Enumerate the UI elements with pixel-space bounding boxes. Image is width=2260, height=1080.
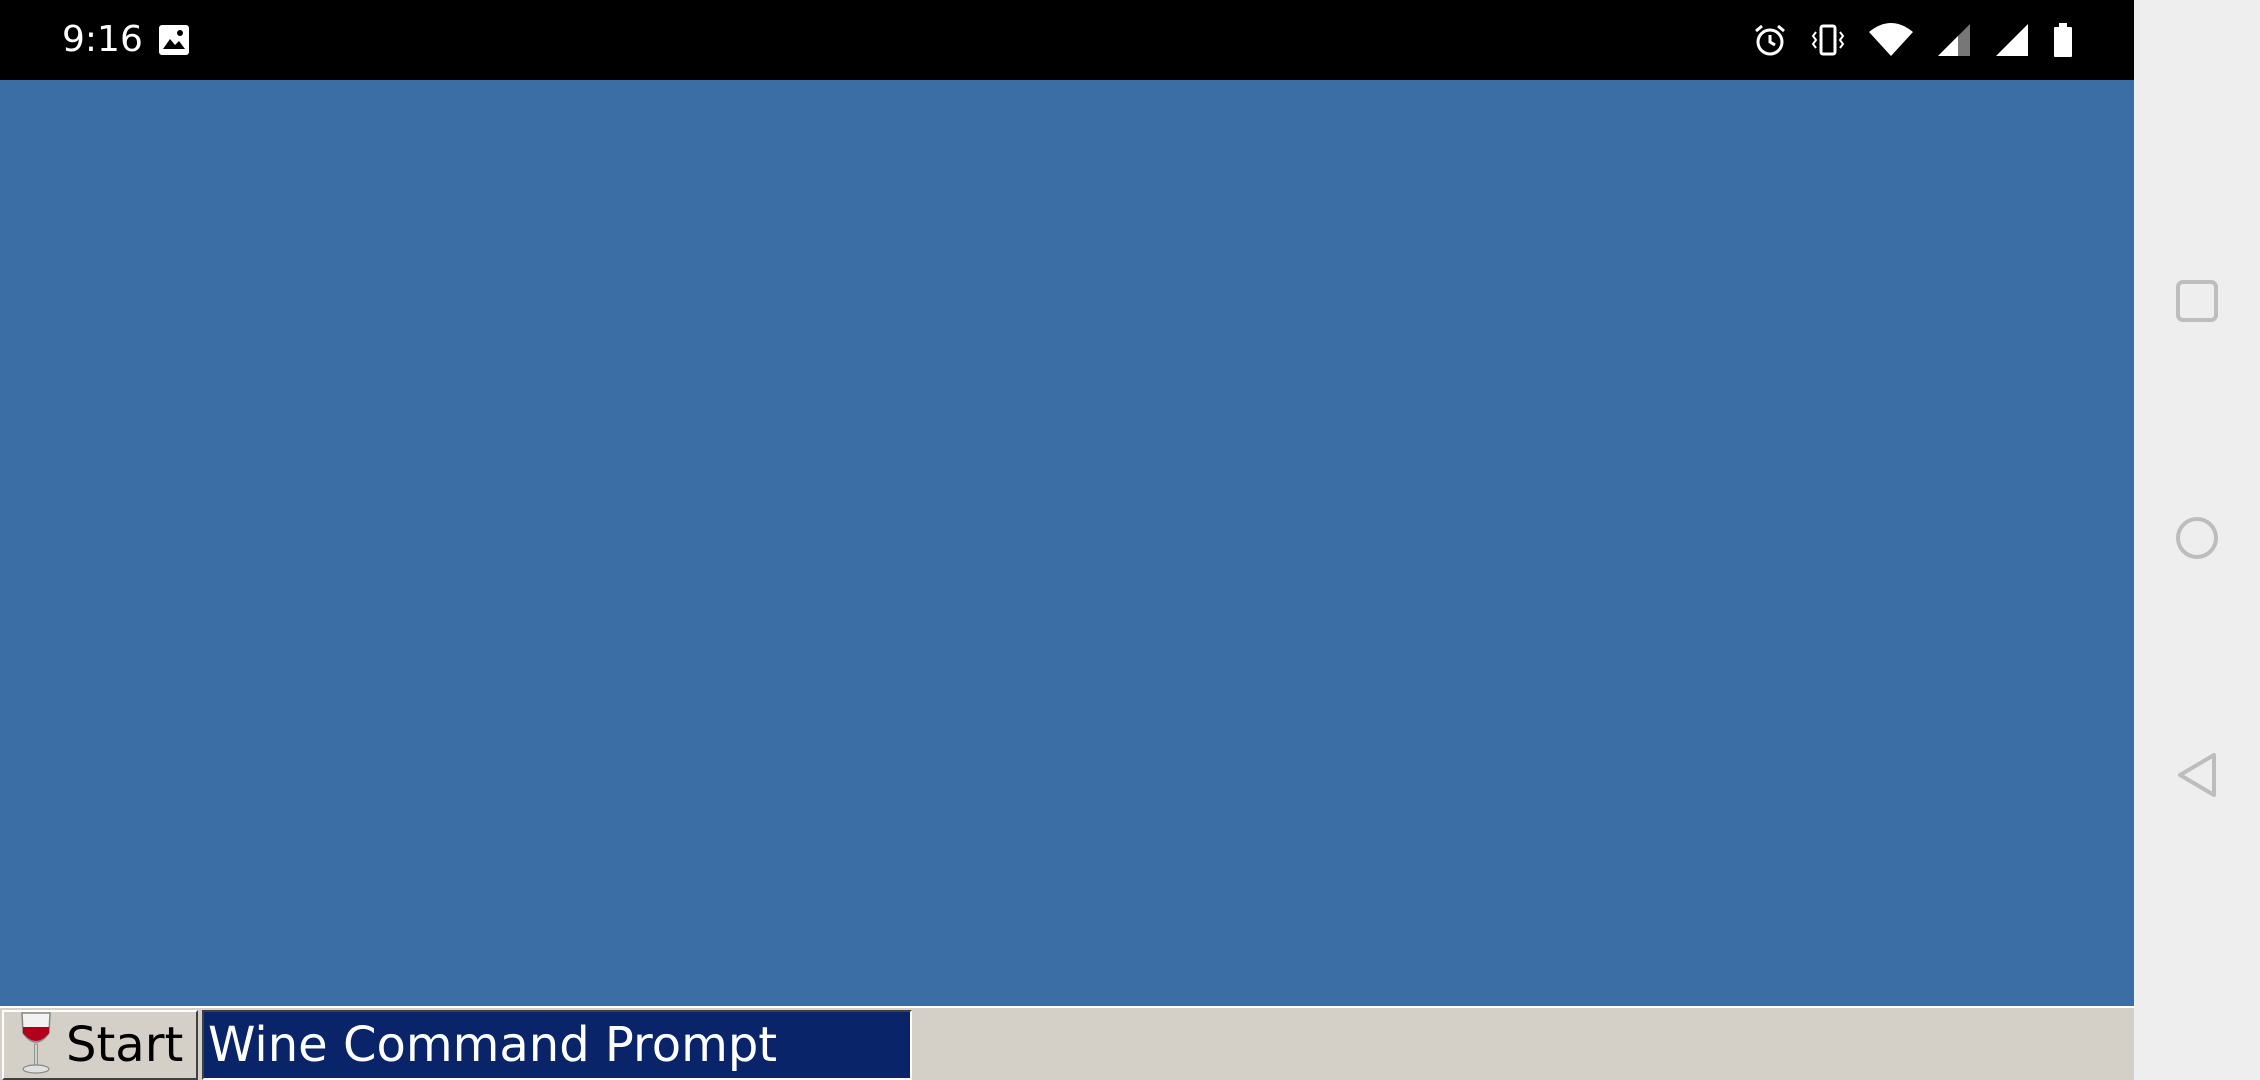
- task-button-wine-command-prompt[interactable]: Wine Command Prompt: [202, 1010, 912, 1080]
- gallery-icon: [158, 24, 190, 56]
- recent-apps-button[interactable]: [2157, 263, 2237, 343]
- status-bar: 9:16: [0, 0, 2134, 80]
- wine-desktop[interactable]: [0, 80, 2134, 1006]
- taskbar: Start Wine Command Prompt: [0, 1006, 2134, 1080]
- back-icon: [2175, 751, 2219, 803]
- signal-icon: [1994, 22, 2030, 58]
- vibrate-icon: [1810, 22, 1846, 58]
- home-icon: [2174, 515, 2220, 565]
- alarm-icon: [1752, 22, 1788, 58]
- start-label: Start: [66, 1017, 184, 1073]
- screen: 9:16 Start Wine Command Prompt: [0, 0, 2260, 1080]
- task-label: Wine Command Prompt: [208, 1017, 778, 1073]
- battery-icon: [2052, 22, 2074, 58]
- status-icons: [1752, 20, 2074, 60]
- signal-icon: [1936, 22, 1972, 58]
- navigation-bar: [2134, 0, 2260, 1080]
- home-button[interactable]: [2157, 500, 2237, 580]
- wine-glass-icon: [16, 1011, 56, 1079]
- back-button[interactable]: [2157, 737, 2237, 817]
- status-time: 9:16: [62, 19, 143, 60]
- recent-apps-icon: [2175, 279, 2219, 327]
- start-button[interactable]: Start: [2, 1010, 198, 1080]
- wifi-icon: [1868, 22, 1914, 58]
